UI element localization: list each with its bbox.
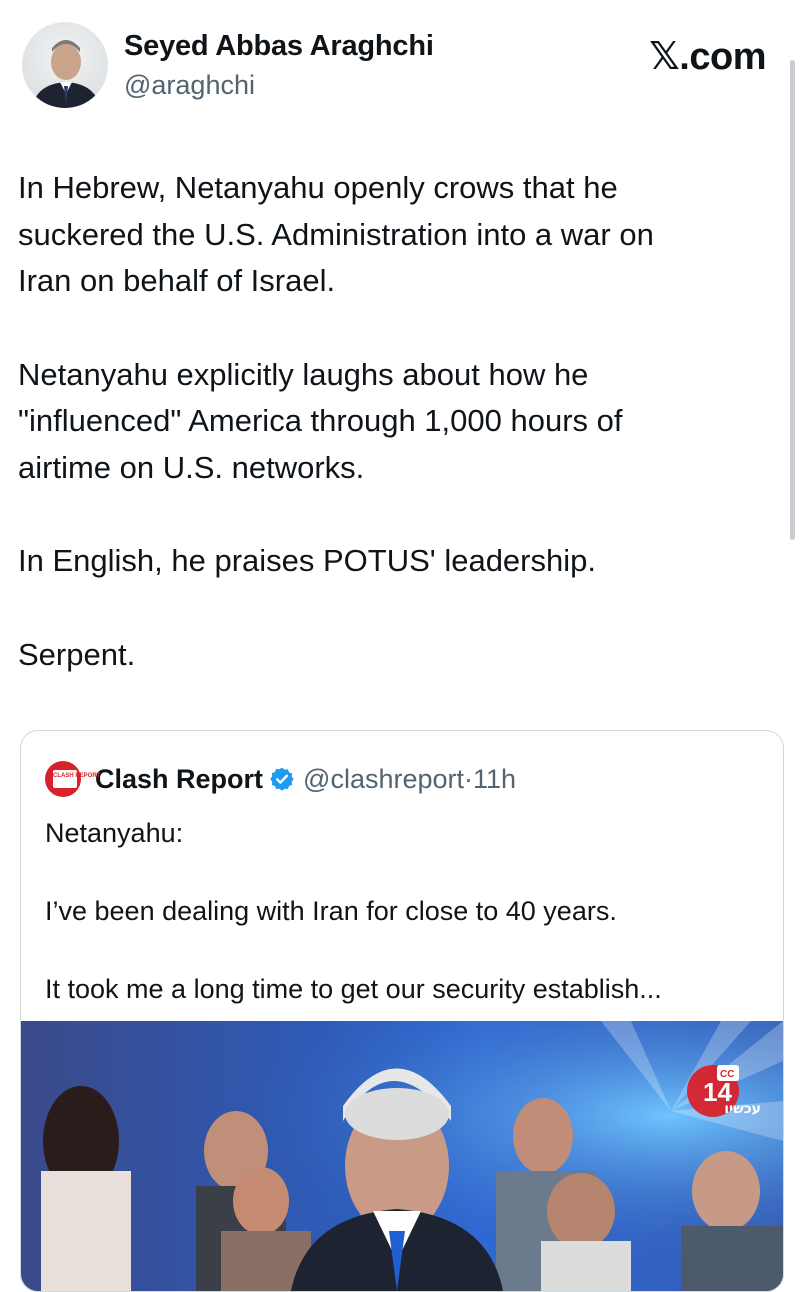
tweet-line: Netanyahu explicitly laughs about how he xyxy=(18,356,589,392)
quoted-line: I’ve been dealing with Iran for close to… xyxy=(45,896,617,926)
tweet-paragraph: In Hebrew, Netanyahu openly crows that h… xyxy=(18,165,778,305)
user-handle[interactable]: @araghchi xyxy=(124,70,255,101)
quoted-tweet-card[interactable]: CLASH REPORT Clash Report @clashreport ·… xyxy=(20,730,784,1292)
quoted-timestamp[interactable]: 11h xyxy=(473,764,516,795)
verified-badge-icon xyxy=(270,767,294,791)
cc-label: CC xyxy=(720,1069,734,1080)
tweet-line: airtime on U.S. networks. xyxy=(18,449,365,485)
x-logo-icon: 𝕏 xyxy=(649,34,680,78)
scrollbar[interactable] xyxy=(790,60,795,540)
quoted-tweet-text: Netanyahu: I’ve been dealing with Iran f… xyxy=(45,814,765,1008)
tweet-line: In Hebrew, Netanyahu openly crows that h… xyxy=(18,170,618,205)
tweet-line: Iran on behalf of Israel. xyxy=(18,263,336,298)
quoted-tweet-header: CLASH REPORT Clash Report @clashreport ·… xyxy=(45,761,516,797)
display-name[interactable]: Seyed Abbas Araghchi xyxy=(124,30,434,63)
tweet-header: Seyed Abbas Araghchi @araghchi 𝕏.com xyxy=(0,0,800,120)
site-label: 𝕏.com xyxy=(649,34,766,79)
quoted-line: Netanyahu: xyxy=(45,818,184,848)
tweet-line: "influenced" America through 1,000 hours… xyxy=(18,403,623,438)
quoted-handle[interactable]: @clashreport xyxy=(303,764,464,795)
video-thumbnail[interactable]: 14 CC עכשיו xyxy=(21,1021,783,1291)
site-label-text: .com xyxy=(679,36,766,78)
tweet-paragraph: Netanyahu explicitly laughs about how he… xyxy=(18,352,778,492)
tweet-paragraph: Serpent. xyxy=(18,632,778,679)
clash-report-logo[interactable]: CLASH REPORT xyxy=(45,761,100,797)
quoted-line: It took me a long time to get our securi… xyxy=(45,974,662,1004)
tweet-line: suckered the U.S. Administration into a … xyxy=(18,216,654,252)
tweet-line: Serpent. xyxy=(18,636,136,672)
quoted-account-name[interactable]: Clash Report xyxy=(95,764,263,795)
separator-dot: · xyxy=(464,763,474,794)
avatar[interactable] xyxy=(22,22,108,108)
channel-name: עכשיו xyxy=(724,1101,761,1117)
tweet-line: In English, he praises POTUS' leadership… xyxy=(18,543,596,578)
tweet-paragraph: In English, he praises POTUS' leadership… xyxy=(18,538,778,585)
video-frame-image xyxy=(21,1021,783,1291)
clash-report-logo-text: CLASH REPORT xyxy=(53,770,100,788)
tweet-text: In Hebrew, Netanyahu openly crows that h… xyxy=(18,165,778,678)
